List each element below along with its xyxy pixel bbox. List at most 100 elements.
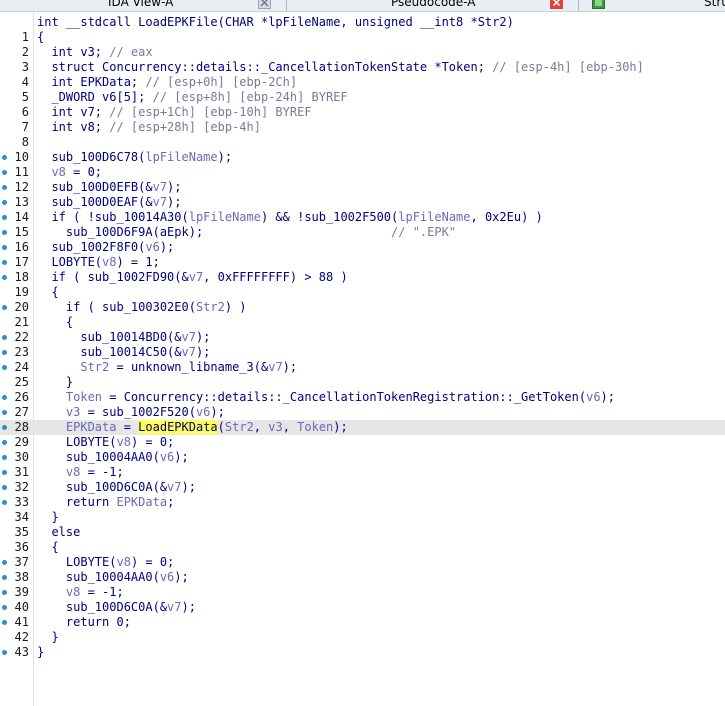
code-text[interactable]: v8 = -1;: [37, 465, 124, 480]
code-line[interactable]: int __stdcall LoadEPKFile(CHAR *lpFileNa…: [0, 15, 725, 30]
code-text[interactable]: else: [37, 525, 80, 540]
tab-pseudocode-a[interactable]: Pseudocode-A: [391, 0, 475, 11]
code-token: );: [167, 195, 182, 209]
code-text[interactable]: sub_10014BD0(&v7);: [37, 330, 210, 345]
code-line[interactable]: 23 sub_10014C50(&v7);: [0, 345, 725, 360]
code-text[interactable]: }: [37, 375, 73, 390]
code-text[interactable]: int v7; // [esp+1Ch] [ebp-10h] BYREF: [37, 105, 311, 120]
code-text[interactable]: }: [37, 630, 58, 645]
code-text[interactable]: int EPKData; // [esp+0h] [ebp-2Ch]: [37, 75, 297, 90]
code-text[interactable]: int v3; // eax: [37, 45, 152, 60]
code-text[interactable]: int v8; // [esp+28h] [ebp-4h]: [37, 120, 261, 135]
code-line[interactable]: 40 sub_100D6C0A(&v7);: [0, 600, 725, 615]
code-text[interactable]: sub_100D6C78(lpFileName);: [37, 150, 232, 165]
code-line[interactable]: 7 int v8; // [esp+28h] [ebp-4h]: [0, 120, 725, 135]
code-line[interactable]: 26 Token = Concurrency::details::_Cancel…: [0, 390, 725, 405]
code-line[interactable]: 25 }: [0, 375, 725, 390]
code-text[interactable]: {: [37, 30, 44, 45]
code-line[interactable]: 19 {: [0, 285, 725, 300]
code-text[interactable]: {: [37, 285, 58, 300]
code-text[interactable]: Str2 = unknown_libname_3(&v7);: [37, 360, 297, 375]
code-line[interactable]: 20 if ( sub_100302E0(Str2) ): [0, 300, 725, 315]
code-line[interactable]: 31 v8 = -1;: [0, 465, 725, 480]
code-text[interactable]: sub_100D6C0A(&v7);: [37, 480, 196, 495]
code-line[interactable]: 14 if ( !sub_10014A30(lpFileName) && !su…: [0, 210, 725, 225]
code-text[interactable]: EPKData = LoadEPKData(Str2, v3, Token);: [37, 420, 348, 435]
close-icon[interactable]: [258, 0, 271, 9]
code-text[interactable]: sub_1002F8F0(v6);: [37, 240, 174, 255]
code-line[interactable]: 28 EPKData = LoadEPKData(Str2, v3, Token…: [0, 420, 725, 435]
code-line[interactable]: 12 sub_100D0EFB(&v7);: [0, 180, 725, 195]
code-text[interactable]: struct Concurrency::details::_Cancellati…: [37, 60, 643, 75]
code-line[interactable]: 24 Str2 = unknown_libname_3(&v7);: [0, 360, 725, 375]
pseudocode-editor[interactable]: int __stdcall LoadEPKFile(CHAR *lpFileNa…: [0, 12, 725, 706]
code-token: sub_10014C50(&: [37, 345, 182, 359]
code-identifier: v7: [188, 270, 204, 284]
code-text[interactable]: }: [37, 645, 44, 660]
code-text[interactable]: {: [37, 540, 58, 555]
code-text[interactable]: sub_100D0EFB(&v7);: [37, 180, 181, 195]
code-text[interactable]: v8 = 0;: [37, 165, 102, 180]
code-text[interactable]: sub_10004AA0(v6);: [37, 450, 189, 465]
code-line[interactable]: 11 v8 = 0;: [0, 165, 725, 180]
code-identifier: lpFileName: [398, 210, 471, 224]
tab-structures[interactable]: Stru: [704, 0, 725, 11]
code-line[interactable]: 21 {: [0, 315, 725, 330]
code-line[interactable]: 36 {: [0, 540, 725, 555]
code-line[interactable]: 27 v3 = sub_1002F520(v6);: [0, 405, 725, 420]
code-comment: // [esp+0h] [ebp-2Ch]: [145, 75, 298, 89]
code-text[interactable]: sub_100D6F9A(aEpk); // ".EPK": [37, 225, 456, 240]
code-line[interactable]: 4 int EPKData; // [esp+0h] [ebp-2Ch]: [0, 75, 725, 90]
code-line[interactable]: 1{: [0, 30, 725, 45]
code-text[interactable]: sub_100D6C0A(&v7);: [37, 600, 196, 615]
code-line[interactable]: 10 sub_100D6C78(lpFileName);: [0, 150, 725, 165]
code-text[interactable]: sub_10004AA0(v6);: [37, 570, 189, 585]
code-line[interactable]: 16 sub_1002F8F0(v6);: [0, 240, 725, 255]
code-token: );: [159, 240, 175, 254]
code-text[interactable]: sub_100D0EAF(&v7);: [37, 195, 182, 210]
code-text[interactable]: Token = Concurrency::details::_Cancellat…: [37, 390, 615, 405]
tab-ida-view-a[interactable]: IDA View-A: [108, 0, 173, 11]
code-line[interactable]: 17 LOBYTE(v8) = 1;: [0, 255, 725, 270]
code-line[interactable]: 5 _DWORD v6[5]; // [esp+8h] [ebp-24h] BY…: [0, 90, 725, 105]
code-line[interactable]: 34 }: [0, 510, 725, 525]
code-text[interactable]: sub_10014C50(&v7);: [37, 345, 210, 360]
code-line[interactable]: 33 return EPKData;: [0, 495, 725, 510]
code-text[interactable]: return EPKData;: [37, 495, 174, 510]
code-line[interactable]: 29 LOBYTE(v8) = 0;: [0, 435, 725, 450]
code-line[interactable]: 30 sub_10004AA0(v6);: [0, 450, 725, 465]
code-line[interactable]: 13 sub_100D0EAF(&v7);: [0, 195, 725, 210]
code-line[interactable]: 35 else: [0, 525, 725, 540]
code-text[interactable]: if ( sub_1002FD90(&v7, 0xFFFFFFFF) > 88 …: [37, 270, 347, 285]
code-text[interactable]: LOBYTE(v8) = 1;: [37, 255, 159, 270]
code-identifier: v8: [116, 555, 131, 569]
code-line[interactable]: 6 int v7; // [esp+1Ch] [ebp-10h] BYREF: [0, 105, 725, 120]
code-text[interactable]: if ( !sub_10014A30(lpFileName) && !sub_1…: [37, 210, 542, 225]
code-line[interactable]: 43}: [0, 645, 725, 660]
code-line[interactable]: 42 }: [0, 630, 725, 645]
code-text[interactable]: {: [37, 315, 73, 330]
code-line[interactable]: 3 struct Concurrency::details::_Cancella…: [0, 60, 725, 75]
code-line[interactable]: 41 return 0;: [0, 615, 725, 630]
code-text[interactable]: if ( sub_100302E0(Str2) ): [37, 300, 247, 315]
code-text[interactable]: v8 = -1;: [37, 585, 124, 600]
code-text[interactable]: v3 = sub_1002F520(v6);: [37, 405, 225, 420]
code-line[interactable]: 37 LOBYTE(v8) = 0;: [0, 555, 725, 570]
code-line[interactable]: 22 sub_10014BD0(&v7);: [0, 330, 725, 345]
code-line[interactable]: 15 sub_100D6F9A(aEpk); // ".EPK": [0, 225, 725, 240]
code-text[interactable]: }: [37, 510, 58, 525]
code-text[interactable]: int __stdcall LoadEPKFile(CHAR *lpFileNa…: [37, 15, 514, 30]
code-text[interactable]: return 0;: [37, 615, 131, 630]
code-text[interactable]: LOBYTE(v8) = 0;: [37, 435, 174, 450]
close-icon[interactable]: [550, 0, 563, 9]
code-line[interactable]: 2 int v3; // eax: [0, 45, 725, 60]
code-token: LOBYTE(: [37, 255, 103, 269]
code-line[interactable]: 38 sub_10004AA0(v6);: [0, 570, 725, 585]
code-token: );: [174, 570, 189, 584]
code-text[interactable]: _DWORD v6[5]; // [esp+8h] [ebp-24h] BYRE…: [37, 90, 347, 105]
code-line[interactable]: 18 if ( sub_1002FD90(&v7, 0xFFFFFFFF) > …: [0, 270, 725, 285]
code-line[interactable]: 32 sub_100D6C0A(&v7);: [0, 480, 725, 495]
code-line[interactable]: 8: [0, 135, 725, 150]
code-text[interactable]: LOBYTE(v8) = 0;: [37, 555, 174, 570]
code-line[interactable]: 39 v8 = -1;: [0, 585, 725, 600]
